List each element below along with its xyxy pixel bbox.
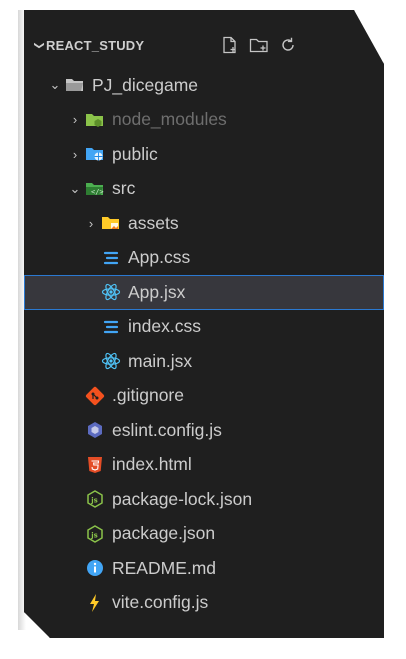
tree-item-package-lock-json[interactable]: js package-lock.json [24,482,384,517]
tree-item-label: .gitignore [112,385,184,406]
new-folder-icon[interactable] [249,36,269,59]
tree-item-main-jsx[interactable]: main.jsx [24,344,384,379]
chevron-down-icon: ❯ [33,40,45,50]
eslint-file-icon [84,420,106,440]
tree-item-src[interactable]: ⌄ </> src [24,172,384,207]
tree-item-label: index.html [112,454,192,475]
chevron-right-icon: › [72,112,78,128]
tree-item-label: eslint.config.js [112,419,222,440]
chevron-right-icon: › [88,215,94,231]
tree-item-public[interactable]: › public [24,137,384,172]
explorer-section-header[interactable]: ❯ REACT_STUDY [32,32,372,58]
explorer-panel: ❯ REACT_STUDY ⌄ PJ_dicegame › node_modul… [24,10,384,638]
react-file-icon [100,351,122,371]
tree-item-pj-dicegame[interactable]: ⌄ PJ_dicegame [24,68,384,103]
tree-item-label: src [112,178,136,199]
assets-folder-icon [100,213,122,233]
html-file-icon [84,455,106,475]
new-file-icon[interactable] [221,36,239,59]
tree-item-readme[interactable]: README.md [24,551,384,586]
tree-item-label: assets [128,212,179,233]
tree-item-vite-config[interactable]: vite.config.js [24,586,384,621]
css-file-icon [100,317,122,337]
svg-text:js: js [90,497,98,505]
explorer-screenshot: ❯ REACT_STUDY ⌄ PJ_dicegame › node_modul… [0,0,406,659]
tree-item-package-json[interactable]: js package.json [24,517,384,552]
tree-item-gitignore[interactable]: .gitignore [24,379,384,414]
tree-item-assets[interactable]: › assets [24,206,384,241]
chevron-right-icon: › [72,146,78,162]
tree-item-label: PJ_dicegame [92,74,199,95]
react-file-icon [100,282,122,302]
tree-item-label: App.css [128,247,191,268]
nodejs-file-icon: js [84,524,106,544]
tree-item-label: vite.config.js [112,592,209,613]
tree-item-label: package.json [112,523,216,544]
tree-item-app-jsx[interactable]: App.jsx [24,275,384,310]
nodejs-file-icon: js [84,489,106,509]
tree-item-eslint-config[interactable]: eslint.config.js [24,413,384,448]
tree-item-label: public [112,143,158,164]
folder-open-icon [64,75,86,95]
tree-item-label: index.css [128,316,201,337]
public-folder-icon [84,144,106,164]
tree-item-label: package-lock.json [112,488,253,509]
tree-item-label: App.jsx [128,281,186,302]
info-icon [84,558,106,578]
git-file-icon [84,386,106,406]
chevron-down-icon: ⌄ [49,77,61,93]
css-file-icon [100,248,122,268]
tree-item-index-html[interactable]: index.html [24,448,384,483]
svg-text:js: js [90,531,98,539]
tree-item-label: README.md [112,557,217,578]
tree-item-label: node_modules [112,109,227,130]
chevron-down-icon: ⌄ [69,180,81,196]
workspace-title: REACT_STUDY [46,37,145,53]
tree-item-app-css[interactable]: App.css [24,241,384,276]
node-folder-icon [84,110,106,130]
file-tree: ⌄ PJ_dicegame › node_modules › public ⌄ … [24,68,384,620]
tree-item-label: main.jsx [128,350,193,371]
refresh-icon[interactable] [279,36,297,59]
vite-bolt-icon [84,593,106,613]
svg-text:</>: </> [91,188,104,196]
tree-item-node-modules[interactable]: › node_modules [24,103,384,138]
src-folder-icon: </> [84,179,106,199]
explorer-actions [221,36,297,59]
tree-item-index-css[interactable]: index.css [24,310,384,345]
